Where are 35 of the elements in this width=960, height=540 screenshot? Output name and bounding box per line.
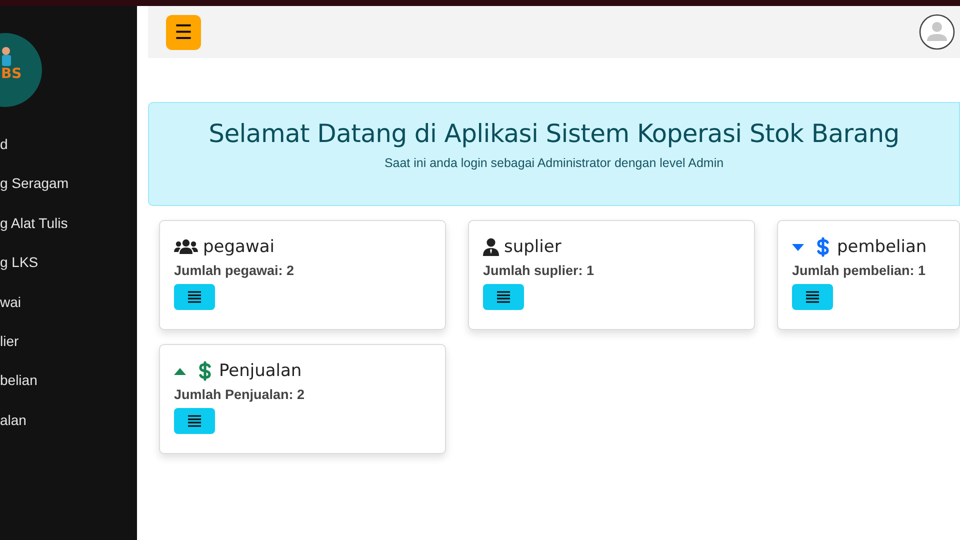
card-count: Jumlah Penjualan: 2	[174, 387, 306, 402]
list-icon	[806, 291, 819, 303]
sidebar-link[interactable]: g LKS	[0, 243, 137, 283]
list-icon	[188, 291, 201, 303]
card-title: pegawai	[203, 237, 275, 257]
sidebar-link[interactable]: d	[0, 125, 137, 164]
caret-up-icon	[174, 368, 186, 374]
list-button[interactable]	[792, 284, 833, 310]
list-button[interactable]	[174, 408, 215, 434]
sidebar-link[interactable]: wai	[0, 282, 137, 322]
users-icon	[174, 239, 198, 255]
card-count: Jumlah pembelian: 1	[792, 263, 927, 278]
menu-button[interactable]: ☰	[166, 14, 201, 50]
sidebar-link[interactable]: alan	[0, 400, 137, 440]
sidebar-link[interactable]: lier	[0, 322, 137, 362]
list-icon	[497, 291, 510, 303]
list-button[interactable]	[174, 284, 215, 310]
welcome-title: Selamat Datang di Aplikasi Sistem Koperasi Stok Barang	[208, 119, 900, 148]
card-title: suplier	[504, 237, 562, 257]
logo-icon: BS	[0, 33, 43, 107]
sidebar-link[interactable]: g Seragam	[0, 164, 137, 204]
sidebar-link[interactable]: g Alat Tulis	[0, 204, 137, 244]
user-icon	[483, 238, 499, 256]
list-button[interactable]	[483, 284, 524, 310]
list-icon	[188, 415, 201, 427]
card-title: pembelian	[837, 237, 927, 257]
caret-down-icon	[792, 244, 804, 250]
dollar-icon	[199, 361, 211, 381]
card-count: Jumlah suplier: 1	[483, 263, 596, 278]
welcome-subtitle: Saat ini anda login sebagai Administrator dengan level Admin	[384, 156, 724, 170]
sidebar-link[interactable]: belian	[0, 361, 137, 401]
card-title: Penjualan	[219, 361, 302, 381]
card-count: Jumlah pegawai: 2	[174, 263, 296, 278]
avatar-icon[interactable]	[919, 14, 955, 50]
dollar-icon	[817, 237, 829, 257]
